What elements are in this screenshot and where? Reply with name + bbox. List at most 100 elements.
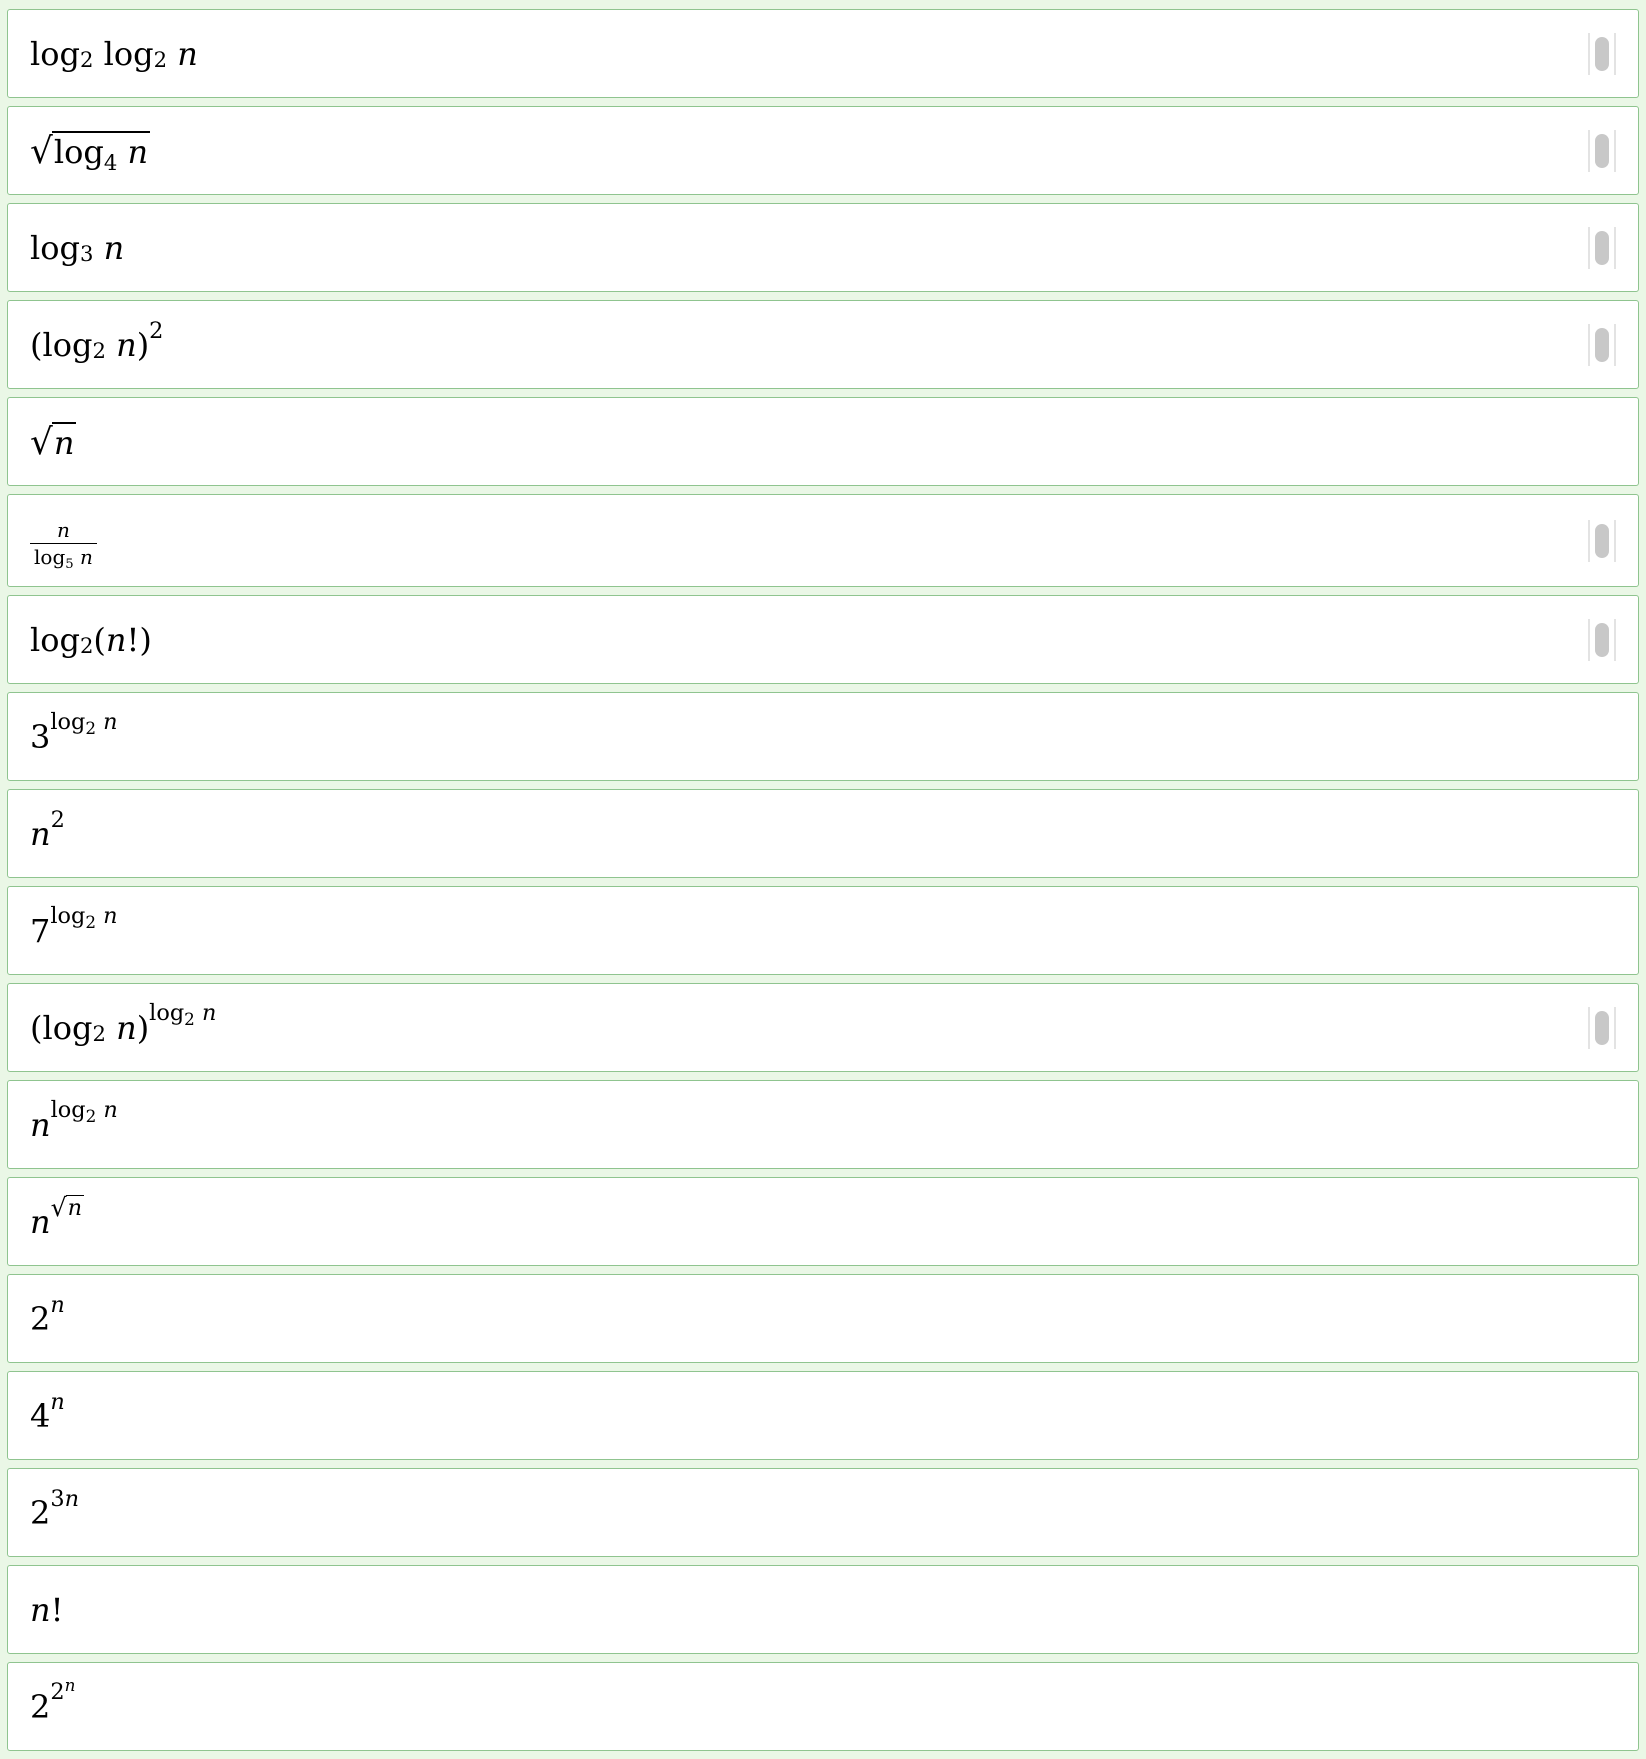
log-base: 2 xyxy=(85,717,97,738)
log-operator: log xyxy=(53,133,104,172)
log-base: 2 xyxy=(85,1105,97,1126)
grip-icon xyxy=(1595,523,1609,558)
drag-handle[interactable] xyxy=(1588,618,1616,661)
grip-icon xyxy=(1595,230,1609,265)
variable-n: n xyxy=(30,1105,51,1144)
drag-handle[interactable] xyxy=(1588,323,1616,366)
list-item[interactable]: n √ n xyxy=(7,1177,1639,1266)
factorial-sign: ! xyxy=(126,620,140,659)
math-expression: √ log4 n xyxy=(30,107,151,194)
square-root: √ n xyxy=(50,1193,85,1223)
log-operator: log xyxy=(30,620,80,659)
log-base: 5 xyxy=(65,556,74,572)
grip-icon xyxy=(1595,622,1609,657)
math-expression: n log2 n xyxy=(30,1081,118,1168)
math-expression: 4n xyxy=(30,1388,65,1435)
base-number: 2 xyxy=(30,1493,51,1532)
list-item[interactable]: 2 3n xyxy=(7,1468,1639,1557)
variable-n: n xyxy=(116,1008,137,1047)
radicand: n xyxy=(65,1194,85,1221)
base-number: 2 xyxy=(50,1679,65,1706)
math-expression: 2 2n xyxy=(30,1663,75,1750)
radicand: log4 n xyxy=(51,131,151,173)
list-item[interactable]: 2n xyxy=(7,1274,1639,1363)
variable-n: n xyxy=(30,814,51,853)
base-number: 2 xyxy=(30,1299,51,1338)
drag-handle[interactable] xyxy=(1588,226,1616,269)
list-item[interactable]: (log 2 n) 2 xyxy=(7,300,1639,389)
list-item[interactable]: log 2(n!) xyxy=(7,595,1639,684)
list-item[interactable]: 2 2n xyxy=(7,1662,1639,1751)
grip-icon xyxy=(1595,133,1609,168)
exponent-coefficient: 3 xyxy=(50,1485,65,1512)
open-paren: ( xyxy=(30,325,43,364)
variable-n: n xyxy=(105,620,127,659)
math-expression: n √ n xyxy=(30,1178,85,1265)
base-number: 7 xyxy=(30,911,51,950)
list-item[interactable]: n! xyxy=(7,1565,1639,1654)
close-paren: ) xyxy=(136,325,150,364)
math-expression: n log5 n xyxy=(30,495,97,586)
math-expression: (log 2 n) 2 xyxy=(30,317,164,364)
log-operator: log xyxy=(50,709,86,736)
list-item[interactable]: log 3 n xyxy=(7,203,1639,292)
log-base: 4 xyxy=(103,149,118,175)
radicand: n xyxy=(51,422,77,463)
radical-sign-icon: √ xyxy=(30,130,53,172)
math-expression: 2 3n xyxy=(30,1469,79,1556)
radical-sign-icon: √ xyxy=(50,1193,67,1223)
square-root: √ n xyxy=(30,421,77,463)
variable-n: n xyxy=(103,1097,118,1124)
sortable-function-list: log 2 log 2 n √ log4 n log 3 n (log 2 n) 2 √ n … xyxy=(7,9,1639,1759)
list-item[interactable]: n log5 n xyxy=(7,494,1639,587)
math-expression: log 2 log 2 n xyxy=(30,34,198,73)
log-base: 2 xyxy=(85,911,97,932)
drag-handle[interactable] xyxy=(1588,519,1616,562)
factorial-sign: ! xyxy=(50,1590,64,1629)
variable-n: n xyxy=(177,34,198,73)
list-item[interactable]: 4n xyxy=(7,1371,1639,1460)
list-item[interactable]: 3 log2 n xyxy=(7,692,1639,781)
log-base: 2 xyxy=(184,1008,195,1029)
log-operator: log xyxy=(103,34,154,73)
list-item[interactable]: n2 xyxy=(7,789,1639,878)
list-item[interactable]: √ log4 n xyxy=(7,106,1639,195)
exponent: 2n xyxy=(50,1676,75,1703)
open-paren: ( xyxy=(93,620,106,659)
variable-n: n xyxy=(103,709,118,736)
drag-handle[interactable] xyxy=(1588,129,1616,172)
variable-n: n xyxy=(53,424,75,463)
list-item[interactable]: n log2 n xyxy=(7,1080,1639,1169)
math-expression: n! xyxy=(30,1566,63,1653)
math-expression: log 2(n!) xyxy=(30,620,152,659)
nested-exponent: n xyxy=(64,1674,76,1695)
drag-handle[interactable] xyxy=(1588,32,1616,75)
log-operator: log xyxy=(50,1097,86,1124)
drag-handle[interactable] xyxy=(1588,1006,1616,1049)
exponent: log2 n xyxy=(50,905,117,930)
square-root: √ log4 n xyxy=(30,130,151,173)
list-item[interactable]: log 2 log 2 n xyxy=(7,9,1639,98)
math-expression: log 3 n xyxy=(30,228,125,267)
variable-n: n xyxy=(103,903,118,930)
open-paren: ( xyxy=(30,1008,43,1047)
list-item[interactable]: √ n xyxy=(7,397,1639,486)
variable-n: n xyxy=(30,1590,51,1629)
log-operator: log xyxy=(50,903,86,930)
math-expression: (log 2 n) log2 n xyxy=(30,1000,217,1047)
base-number: 3 xyxy=(30,717,51,756)
radical-sign-icon: √ xyxy=(30,421,53,463)
list-item[interactable]: 7 log2 n xyxy=(7,886,1639,975)
variable-n: n xyxy=(116,325,137,364)
log-operator: log xyxy=(34,545,66,569)
variable-n: n xyxy=(30,1202,51,1241)
log-operator: log xyxy=(149,1000,185,1027)
exponent: √ n xyxy=(50,1193,85,1223)
exponent: log2 n xyxy=(149,1002,216,1027)
grip-icon xyxy=(1595,36,1609,71)
math-expression: n2 xyxy=(30,806,65,853)
list-item[interactable]: (log 2 n) log2 n xyxy=(7,983,1639,1072)
log-operator: log xyxy=(30,228,80,267)
log-operator: log xyxy=(30,34,80,73)
variable-n: n xyxy=(64,1485,80,1512)
